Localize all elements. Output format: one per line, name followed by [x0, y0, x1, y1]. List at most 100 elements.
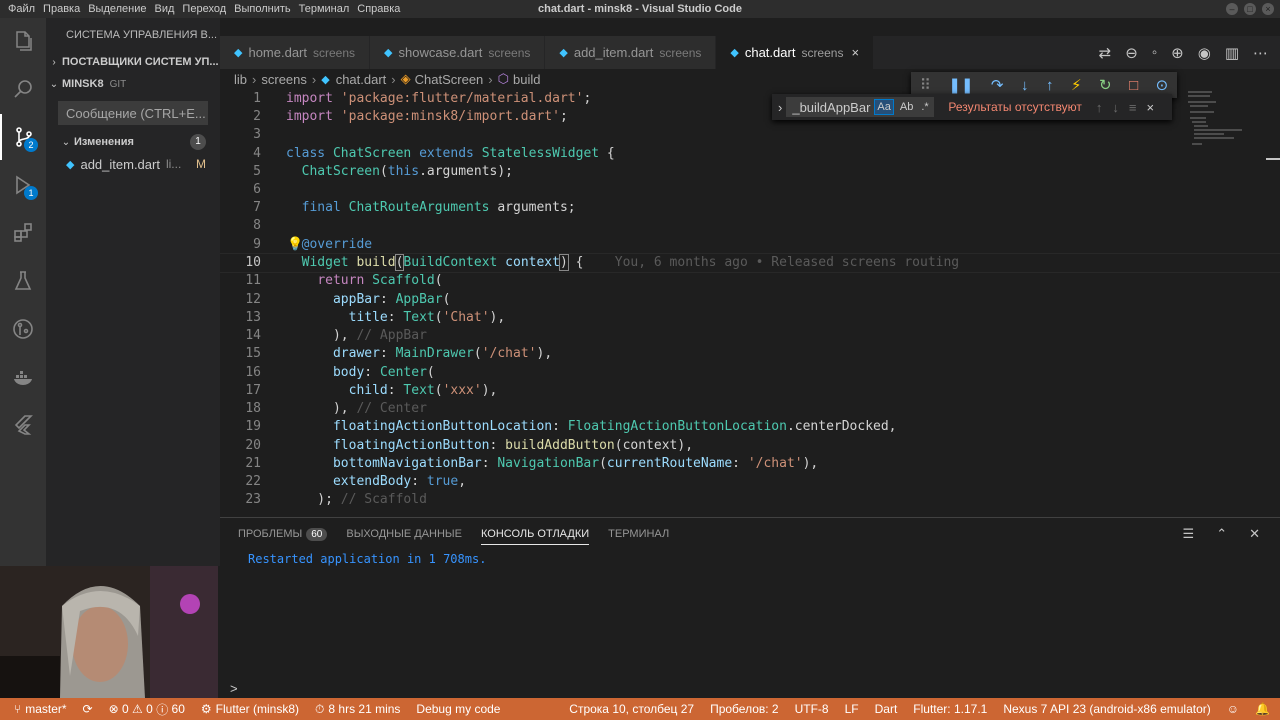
language-status[interactable]: Dart — [867, 698, 906, 720]
breadcrumb-method[interactable]: build — [513, 72, 540, 87]
restart-icon[interactable]: ↻ — [1099, 76, 1112, 94]
maximize-button[interactable]: □ — [1244, 3, 1256, 15]
line-number: 11 — [245, 273, 261, 288]
repo-section[interactable]: ⌄ MINSK8 GIT — [46, 73, 220, 95]
testing-icon[interactable] — [0, 258, 46, 304]
toggle-replace-icon[interactable]: › — [778, 100, 782, 115]
tab-problems[interactable]: ПРОБЛЕМЫ 60 — [238, 528, 328, 541]
close-panel-icon[interactable]: ✕ — [1249, 526, 1260, 542]
commit-message-input[interactable]: Сообщение (CTRL+E... — [58, 101, 208, 125]
maximize-panel-icon[interactable]: ⌃ — [1216, 526, 1227, 542]
compare-icon[interactable]: ⇄ — [1099, 44, 1112, 62]
hot-reload-icon[interactable]: ⚡ — [1071, 76, 1082, 94]
code-line: 15 drawer: MainDrawer('/chat'), — [220, 345, 1280, 363]
code-line: 22 extendBody: true, — [220, 473, 1280, 491]
inspect-widget-icon[interactable]: ⊙ — [1156, 76, 1169, 94]
menu-help[interactable]: Справка — [353, 3, 404, 15]
find-in-selection-icon[interactable]: ≡ — [1129, 100, 1137, 115]
git-graph-icon[interactable]: ◉ — [1198, 44, 1211, 62]
eol-status[interactable]: LF — [837, 698, 867, 720]
drag-handle-icon[interactable]: ⠿ — [920, 76, 931, 94]
match-word-toggle[interactable]: Ab — [898, 100, 915, 114]
tab-debug-console[interactable]: КОНСОЛЬ ОТЛАДКИ — [481, 523, 590, 545]
breadcrumb-class[interactable]: ChatScreen — [415, 72, 484, 87]
line-number: 13 — [245, 310, 261, 325]
flutter-icon[interactable] — [0, 402, 46, 448]
time-tracker-status[interactable]: ⏱ 8 hrs 21 mins — [307, 698, 408, 720]
explorer-icon[interactable] — [0, 18, 46, 64]
flutter-version-status[interactable]: Flutter: 1.17.1 — [905, 698, 995, 720]
match-case-toggle[interactable]: Aa — [874, 99, 894, 115]
go-back-icon[interactable]: ⊖ — [1125, 44, 1138, 62]
stop-icon[interactable]: □ — [1129, 77, 1138, 94]
changes-group[interactable]: ⌄ Изменения 1 — [46, 131, 220, 153]
go-forward-icon[interactable]: ⊕ — [1171, 44, 1184, 62]
regex-toggle[interactable]: .* — [919, 100, 930, 114]
code-line: 18 ), // Center — [220, 400, 1280, 418]
notifications-icon[interactable]: 🔔 — [1247, 698, 1280, 720]
docker-icon[interactable] — [0, 354, 46, 400]
menu-edit[interactable]: Правка — [39, 3, 84, 15]
next-match-icon[interactable]: ↓ — [1112, 100, 1119, 115]
close-tab-icon[interactable]: × — [851, 45, 859, 60]
menu-selection[interactable]: Выделение — [84, 3, 150, 15]
menu-terminal[interactable]: Терминал — [295, 3, 354, 15]
indentation-status[interactable]: Пробелов: 2 — [702, 698, 787, 720]
source-control-icon[interactable]: 2 — [0, 114, 46, 160]
cursor-position-status[interactable]: Строка 10, столбец 27 — [561, 698, 702, 720]
step-out-icon[interactable]: ↑ — [1046, 77, 1054, 94]
extensions-icon[interactable] — [0, 210, 46, 256]
find-input[interactable]: _buildAppBar Aa Ab .* — [786, 97, 935, 117]
close-window-button[interactable]: × — [1262, 3, 1274, 15]
device-status[interactable]: Nexus 7 API 23 (android-x86 emulator) — [995, 698, 1218, 720]
feedback-icon[interactable]: ☺ — [1219, 698, 1247, 720]
pause-icon[interactable]: ❚❚ — [948, 76, 973, 94]
breadcrumb-lib[interactable]: lib — [234, 72, 247, 87]
minimize-button[interactable]: – — [1226, 3, 1238, 15]
tab-terminal[interactable]: ТЕРМИНАЛ — [608, 528, 669, 540]
git-graph-icon[interactable] — [0, 306, 46, 352]
tab-add-item[interactable]: ◆ add_item.dart screens — [545, 36, 717, 69]
more-actions-icon[interactable]: ⋯ — [1253, 44, 1268, 62]
tab-chat[interactable]: ◆ chat.dart screens × — [716, 36, 875, 69]
minimap[interactable] — [1188, 89, 1248, 149]
branch-status[interactable]: ⑂ master* — [0, 698, 75, 720]
close-find-icon[interactable]: × — [1146, 100, 1154, 115]
search-icon[interactable] — [0, 66, 46, 112]
changed-file-item[interactable]: ◆ add_item.dart li... M — [46, 153, 220, 175]
line-number: 16 — [245, 365, 261, 380]
code-text: ); // Scaffold — [286, 492, 427, 507]
circle-icon[interactable]: ◦ — [1152, 44, 1157, 61]
tab-output[interactable]: ВЫХОДНЫЕ ДАННЫЕ — [346, 528, 462, 540]
step-over-icon[interactable]: ↷ — [991, 76, 1004, 94]
breadcrumb-file[interactable]: chat.dart — [336, 72, 387, 87]
debug-icon[interactable]: 1 — [0, 162, 46, 208]
flutter-project-status[interactable]: ⚙ Flutter (minsk8) — [193, 698, 307, 720]
code-editor[interactable]: 1 import 'package:flutter/material.dart';… — [220, 89, 1280, 517]
info-icon: ⓘ — [156, 702, 169, 717]
tab-showcase[interactable]: ◆ showcase.dart screens — [370, 36, 546, 69]
line-number: 8 — [253, 218, 261, 233]
previous-match-icon[interactable]: ↑ — [1096, 100, 1103, 115]
breadcrumb-screens[interactable]: screens — [261, 72, 307, 87]
menu-run[interactable]: Выполнить — [230, 3, 294, 15]
console-input-prompt[interactable]: > — [230, 681, 238, 696]
menu-go[interactable]: Переход — [178, 3, 230, 15]
code-line: 9 💡 @override — [220, 236, 1280, 254]
clear-console-icon[interactable]: ☰ — [1183, 526, 1195, 542]
line-number: 14 — [245, 328, 261, 343]
split-editor-icon[interactable]: ▥ — [1225, 44, 1239, 62]
menu-bar: Файл Правка Выделение Вид Переход Выполн… — [0, 3, 404, 15]
debug-badge: 1 — [24, 186, 38, 200]
menu-view[interactable]: Вид — [151, 3, 179, 15]
tab-home[interactable]: ◆ home.dart screens — [220, 36, 371, 69]
step-into-icon[interactable]: ↓ — [1021, 77, 1029, 94]
sync-icon[interactable]: ⟳ — [75, 698, 101, 720]
scm-providers-section[interactable]: › ПОСТАВЩИКИ СИСТЕМ УП... — [46, 51, 220, 73]
menu-file[interactable]: Файл — [4, 3, 39, 15]
encoding-status[interactable]: UTF-8 — [787, 698, 837, 720]
problems-status[interactable]: ⊗ 0 ⚠ 0 ⓘ 60 — [101, 698, 193, 720]
debug-my-code-status[interactable]: Debug my code — [408, 698, 508, 720]
line-number: 15 — [245, 346, 261, 361]
code-line: 20 floatingActionButton: buildAddButton(… — [220, 437, 1280, 455]
